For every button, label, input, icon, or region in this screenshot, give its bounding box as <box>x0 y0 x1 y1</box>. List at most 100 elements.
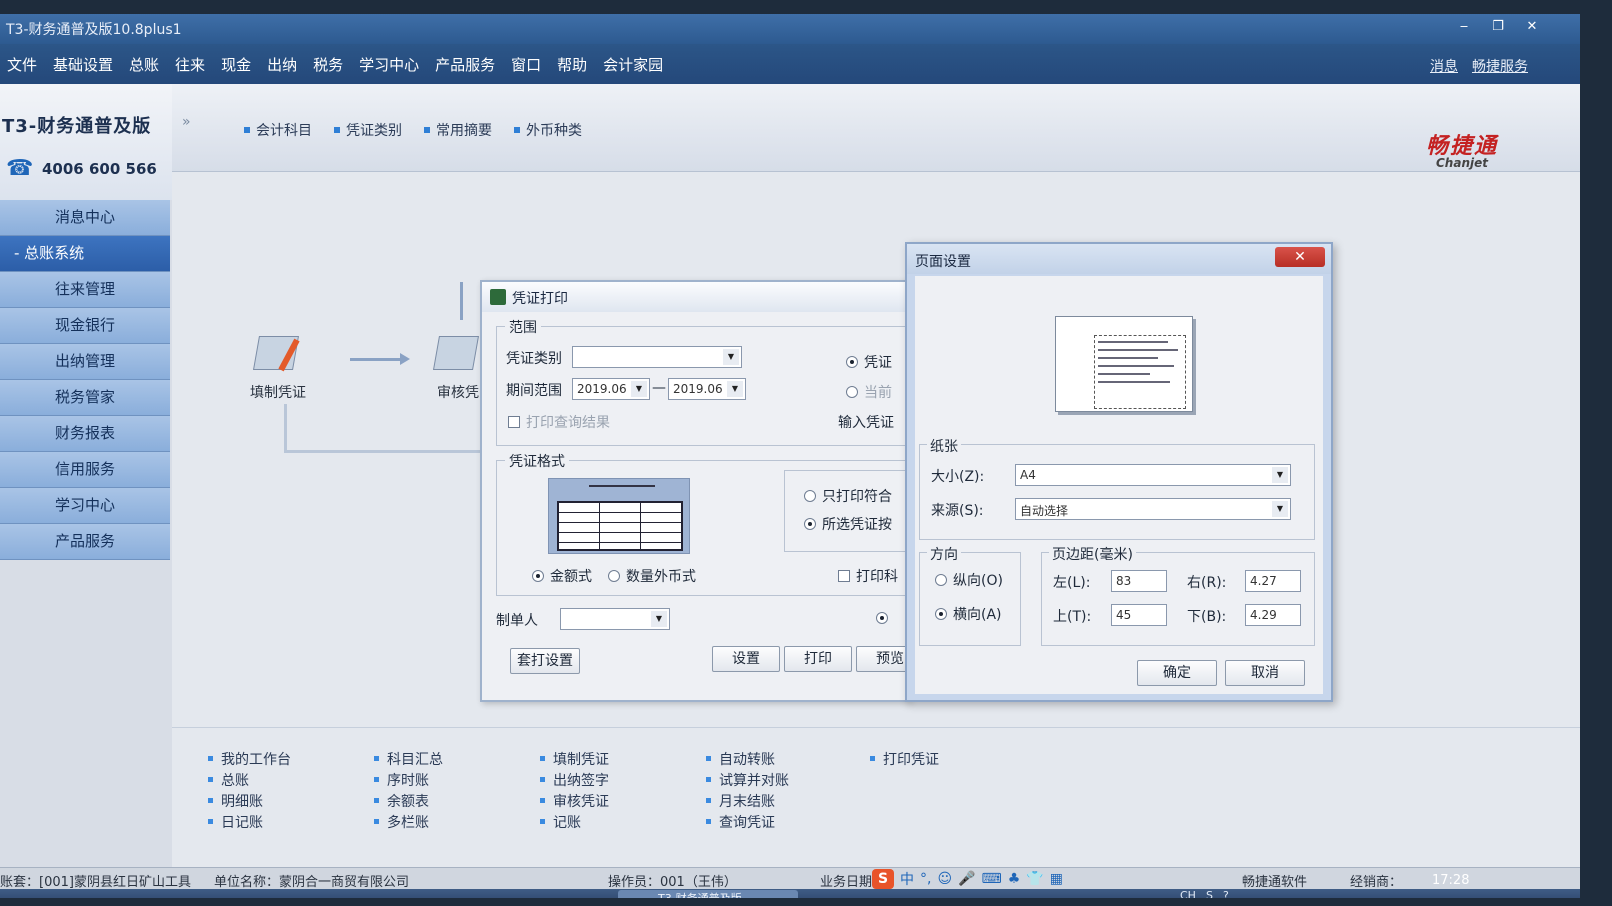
workflow-node-enter-voucher[interactable]: 填制凭证 <box>250 332 306 402</box>
paper-source-select[interactable]: 自动选择 ▼ <box>1015 498 1291 520</box>
link-chronological-ledger[interactable]: 序时账 <box>374 769 443 790</box>
radio-current[interactable]: 当前 <box>846 382 892 402</box>
sidebar-item-credit-services[interactable]: 信用服务 <box>0 452 170 488</box>
link-month-end-close[interactable]: 月末结账 <box>706 790 789 811</box>
ime-toolbox-icon[interactable]: ▦ <box>1050 871 1063 887</box>
ime-chinese-mode-icon[interactable]: 中 <box>900 869 914 889</box>
tray-help-icon[interactable]: ? <box>1223 889 1229 898</box>
menu-tax[interactable]: 税务 <box>306 54 350 75</box>
link-journal[interactable]: 日记账 <box>208 811 291 832</box>
menu-cash[interactable]: 现金 <box>214 54 258 75</box>
sidebar-item-accounts-management[interactable]: 往来管理 <box>0 272 170 308</box>
right-margin-input[interactable]: 4.27 <box>1245 570 1301 592</box>
print-subject-checkbox[interactable]: 打印科 <box>838 566 898 586</box>
menu-product-services[interactable]: 产品服务 <box>428 54 502 75</box>
sidebar-item-learning-center[interactable]: 学习中心 <box>0 488 170 524</box>
top-margin-input[interactable]: 45 <box>1111 604 1167 626</box>
maker-select[interactable]: ▼ <box>560 608 670 630</box>
window-titlebar[interactable]: T3-财务通普及版10.8plus1 ‒ ❐ ✕ <box>0 14 1580 44</box>
radio-portrait[interactable]: 纵向(O) <box>935 570 1003 590</box>
radio-landscape[interactable]: 横向(A) <box>935 604 1002 624</box>
menu-accounts[interactable]: 往来 <box>168 54 212 75</box>
dialog-titlebar[interactable]: 页面设置 ✕ <box>907 244 1331 274</box>
tab-common-summaries[interactable]: 常用摘要 <box>424 120 492 140</box>
menu-learning-center[interactable]: 学习中心 <box>352 54 426 75</box>
sidebar-item-message-center[interactable]: 消息中心 <box>0 200 170 236</box>
sidebar-item-cash-bank[interactable]: 现金银行 <box>0 308 170 344</box>
print-button[interactable]: 打印 <box>784 646 852 672</box>
link-print-voucher[interactable]: 打印凭证 <box>870 748 939 769</box>
sidebar-item-cashier[interactable]: 出纳管理 <box>0 344 170 380</box>
settings-button[interactable]: 设置 <box>712 646 780 672</box>
link-multi-column-ledger[interactable]: 多栏账 <box>374 811 443 832</box>
tray-sogou-icon[interactable]: S <box>1206 889 1213 898</box>
link-review-voucher[interactable]: 审核凭证 <box>540 790 609 811</box>
sidebar-item-product-services[interactable]: 产品服务 <box>0 524 170 560</box>
radio-bottom[interactable] <box>876 612 888 624</box>
bullet-icon <box>706 819 711 824</box>
menu-basic-settings[interactable]: 基础设置 <box>46 54 120 75</box>
chanjet-service-link[interactable]: 畅捷服务 <box>1472 56 1528 76</box>
radio-selected-vouchers[interactable]: 所选凭证按 <box>804 514 892 534</box>
template-settings-button[interactable]: 套打设置 <box>510 648 580 674</box>
link-general-ledger[interactable]: 总账 <box>208 769 291 790</box>
voucher-type-select[interactable]: ▼ <box>572 346 742 368</box>
ime-keyboard-icon[interactable]: ⌨ <box>982 871 1002 887</box>
link-balance-sheet[interactable]: 余额表 <box>374 790 443 811</box>
menubar: 文件 基础设置 总账 往来 现金 出纳 税务 学习中心 产品服务 窗口 帮助 会… <box>0 44 1580 84</box>
menu-help[interactable]: 帮助 <box>550 54 594 75</box>
restore-button[interactable]: ❐ <box>1486 18 1510 36</box>
sidebar-item-general-ledger[interactable]: - 总账系统 <box>0 236 170 272</box>
radio-only-print-matching[interactable]: 只打印符合 <box>804 486 892 506</box>
menu-file[interactable]: 文件 <box>0 54 44 75</box>
period-from-select[interactable]: 2019.06 ▼ <box>572 378 650 400</box>
link-detail-ledger[interactable]: 明细账 <box>208 790 291 811</box>
sidebar-item-tax-manager[interactable]: 税务管家 <box>0 380 170 416</box>
link-query-voucher[interactable]: 查询凭证 <box>706 811 789 832</box>
menu-accountant-home[interactable]: 会计家园 <box>596 54 670 75</box>
ime-punctuation-icon[interactable]: °, <box>920 871 931 887</box>
ime-skin-icon[interactable]: 👕 <box>1026 871 1043 887</box>
minimize-button[interactable]: ‒ <box>1452 18 1476 36</box>
print-query-result-checkbox[interactable]: 打印查询结果 <box>508 412 610 432</box>
link-trial-balance[interactable]: 试算并对账 <box>706 769 789 790</box>
close-window-button[interactable]: ✕ <box>1520 18 1544 36</box>
sidebar-item-financial-reports[interactable]: 财务报表 <box>0 416 170 452</box>
menu-general-ledger[interactable]: 总账 <box>122 54 166 75</box>
sogou-ime-icon[interactable]: S <box>872 869 894 889</box>
link-my-workbench[interactable]: 我的工作台 <box>208 748 291 769</box>
taskbar-clock[interactable]: 17:28 <box>1432 873 1469 888</box>
chevron-down-icon: ▼ <box>631 381 647 397</box>
menu-window[interactable]: 窗口 <box>504 54 548 75</box>
tab-chart-of-accounts[interactable]: 会计科目 <box>244 120 312 140</box>
collapse-chevron-icon[interactable]: » <box>182 114 191 130</box>
menu-cashier[interactable]: 出纳 <box>260 54 304 75</box>
dialog-titlebar[interactable]: 凭证打印 <box>482 282 908 312</box>
page-preview <box>1055 316 1193 412</box>
link-subject-summary[interactable]: 科目汇总 <box>374 748 443 769</box>
workflow-node-review-voucher[interactable]: 审核凭 <box>430 332 486 402</box>
close-icon[interactable]: ✕ <box>1275 247 1325 267</box>
ime-voice-icon[interactable]: 🎤 <box>958 871 975 887</box>
left-margin-input[interactable]: 83 <box>1111 570 1167 592</box>
tray-language-icon[interactable]: CH <box>1180 889 1196 898</box>
ok-button[interactable]: 确定 <box>1137 660 1217 686</box>
radio-amount-format[interactable]: 金额式 <box>532 566 592 586</box>
ime-emoji-icon[interactable]: ☺ <box>937 871 952 887</box>
radio-voucher[interactable]: 凭证 <box>846 352 892 372</box>
paper-size-select[interactable]: A4 ▼ <box>1015 464 1291 486</box>
link-cashier-sign[interactable]: 出纳签字 <box>540 769 609 790</box>
tab-voucher-types[interactable]: 凭证类别 <box>334 120 402 140</box>
ime-tool-icon[interactable]: ♣ <box>1008 871 1021 887</box>
cancel-button[interactable]: 取消 <box>1225 660 1305 686</box>
link-auto-transfer[interactable]: 自动转账 <box>706 748 789 769</box>
link-post-ledger[interactable]: 记账 <box>540 811 609 832</box>
link-enter-voucher[interactable]: 填制凭证 <box>540 748 609 769</box>
taskbar-app-button[interactable]: T3-财务通普及版 <box>618 890 798 898</box>
tab-currencies[interactable]: 外币种类 <box>514 120 582 140</box>
messages-link[interactable]: 消息 <box>1430 56 1458 76</box>
bottom-margin-input[interactable]: 4.29 <box>1245 604 1301 626</box>
radio-quantity-foreign-format[interactable]: 数量外币式 <box>608 566 696 586</box>
voucher-format-preview <box>548 478 690 554</box>
period-to-select[interactable]: 2019.06 ▼ <box>668 378 746 400</box>
